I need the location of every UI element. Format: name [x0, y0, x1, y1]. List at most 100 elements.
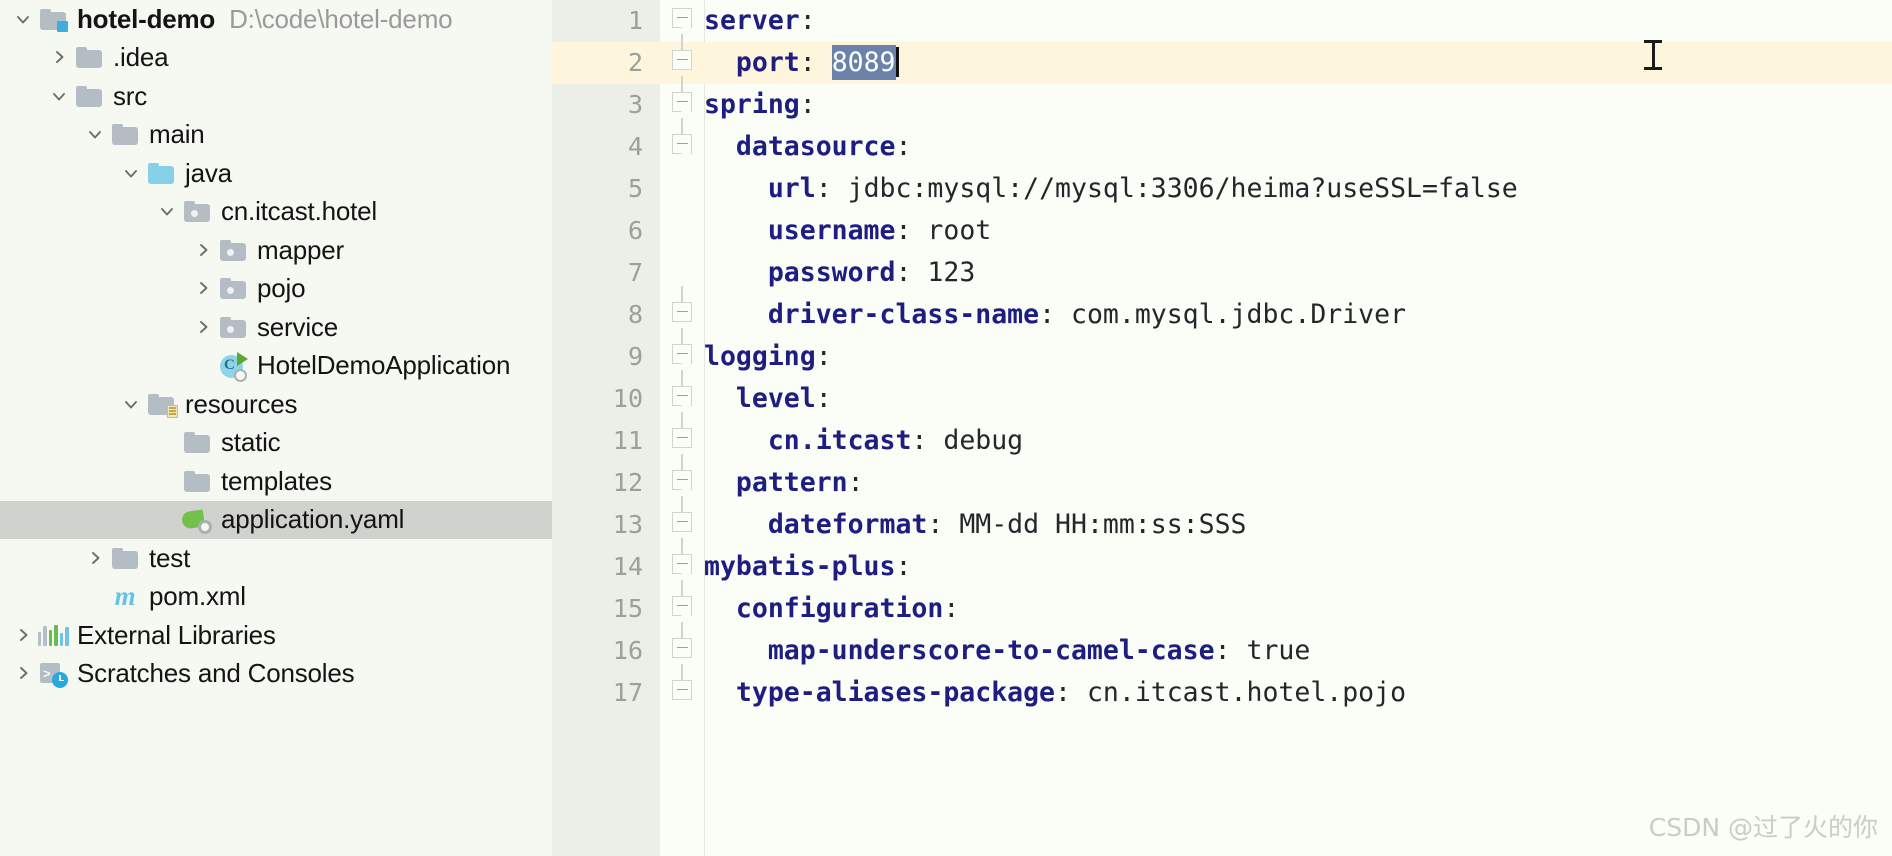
- tree-row-idea[interactable]: .idea: [0, 39, 552, 78]
- tree-row-label: src: [113, 81, 147, 112]
- code-text[interactable]: pattern:: [704, 462, 1892, 504]
- code-line[interactable]: 14mybatis-plus:: [552, 546, 1892, 588]
- yaml-colon: :: [895, 551, 911, 582]
- tree-row-hotel-demo[interactable]: hotel-demo D:\code\hotel-demo: [0, 0, 552, 39]
- tree-row-label: main: [149, 119, 205, 150]
- fold-cell: [660, 210, 704, 252]
- tree-row-pojo[interactable]: pojo: [0, 270, 552, 309]
- tree-row-resources[interactable]: resources: [0, 385, 552, 424]
- code-line[interactable]: 10 level:: [552, 378, 1892, 420]
- yaml-colon: :: [1039, 299, 1055, 330]
- chevron-right-icon[interactable]: [190, 314, 216, 340]
- project-path: D:\code\hotel-demo: [229, 4, 452, 35]
- code-line[interactable]: 6 username: root: [552, 210, 1892, 252]
- code-line[interactable]: 12 pattern:: [552, 462, 1892, 504]
- yaml-colon: :: [895, 257, 911, 288]
- code-line[interactable]: 17 type-aliases-package: cn.itcast.hotel…: [552, 672, 1892, 714]
- code-text[interactable]: type-aliases-package: cn.itcast.hotel.po…: [704, 672, 1892, 714]
- code-line[interactable]: 8 driver-class-name: com.mysql.jdbc.Driv…: [552, 294, 1892, 336]
- code-text[interactable]: url: jdbc:mysql://mysql:3306/heima?useSS…: [704, 168, 1892, 210]
- tree-row-cn-itcast-hotel[interactable]: cn.itcast.hotel: [0, 193, 552, 232]
- folder-icon: [74, 81, 104, 111]
- code-line[interactable]: 1server:: [552, 0, 1892, 42]
- tree-row-label: resources: [185, 389, 297, 420]
- folder-icon: [110, 120, 140, 150]
- yaml-key: type-aliases-package: [736, 677, 1055, 708]
- code-text[interactable]: dateformat: MM-dd HH:mm:ss:SSS: [704, 504, 1892, 546]
- tree-row-java[interactable]: java: [0, 154, 552, 193]
- yaml-colon: :: [911, 425, 927, 456]
- chevron-right-icon[interactable]: [82, 545, 108, 571]
- yaml-colon: :: [895, 215, 911, 246]
- code-line[interactable]: 7 password: 123: [552, 252, 1892, 294]
- chevron-down-icon[interactable]: [82, 122, 108, 148]
- chevron-right-icon[interactable]: [46, 45, 72, 71]
- yaml-colon: :: [816, 173, 832, 204]
- code-line[interactable]: 2 port: 8089: [552, 42, 1892, 84]
- yaml-key: password: [768, 257, 896, 288]
- tree-row-pom-xml[interactable]: mpom.xml: [0, 578, 552, 617]
- yaml-colon: :: [800, 5, 816, 36]
- yaml-colon: :: [848, 467, 864, 498]
- code-text[interactable]: port: 8089: [704, 42, 1892, 84]
- chevron-down-icon[interactable]: [10, 6, 36, 32]
- code-text[interactable]: level:: [704, 378, 1892, 420]
- code-line[interactable]: 11 cn.itcast: debug: [552, 420, 1892, 462]
- tree-row-label: hotel-demo: [77, 4, 215, 35]
- code-text[interactable]: configuration:: [704, 588, 1892, 630]
- code-text[interactable]: logging:: [704, 336, 1892, 378]
- code-line[interactable]: 15 configuration:: [552, 588, 1892, 630]
- project-tool-window[interactable]: hotel-demo D:\code\hotel-demo .idea srcmain…: [0, 0, 552, 856]
- code-text[interactable]: mybatis-plus:: [704, 546, 1892, 588]
- chevron-down-icon[interactable]: [118, 391, 144, 417]
- tree-row-templates[interactable]: templates: [0, 462, 552, 501]
- code-text[interactable]: server:: [704, 0, 1892, 42]
- code-text[interactable]: spring:: [704, 84, 1892, 126]
- tree-row-src[interactable]: src: [0, 77, 552, 116]
- code-text[interactable]: cn.itcast: debug: [704, 420, 1892, 462]
- tree-row-label: .idea: [113, 42, 168, 73]
- code-line[interactable]: 5 url: jdbc:mysql://mysql:3306/heima?use…: [552, 168, 1892, 210]
- chevron-right-icon[interactable]: [10, 622, 36, 648]
- code-text[interactable]: driver-class-name: com.mysql.jdbc.Driver: [704, 294, 1892, 336]
- code-line[interactable]: 16 map-underscore-to-camel-case: true: [552, 630, 1892, 672]
- code-line[interactable]: 13 dateformat: MM-dd HH:mm:ss:SSS: [552, 504, 1892, 546]
- chevron-down-icon[interactable]: [118, 160, 144, 186]
- yaml-colon: :: [943, 593, 959, 624]
- yaml-colon: :: [895, 131, 911, 162]
- tree-row-mapper[interactable]: mapper: [0, 231, 552, 270]
- tree-row-hoteldemoapplication[interactable]: CHotelDemoApplication: [0, 347, 552, 386]
- code-line[interactable]: 9logging:: [552, 336, 1892, 378]
- chevron-down-icon[interactable]: [46, 83, 72, 109]
- tree-row-main[interactable]: main: [0, 116, 552, 155]
- yaml-key: server: [704, 5, 800, 36]
- tree-row-test[interactable]: test: [0, 539, 552, 578]
- package-icon: [218, 235, 248, 265]
- tree-row-external-libraries[interactable]: External Libraries: [0, 616, 552, 655]
- tree-row-label: cn.itcast.hotel: [221, 196, 377, 227]
- code-text[interactable]: username: root: [704, 210, 1892, 252]
- fold-toggle-icon[interactable]: [660, 126, 704, 168]
- module-icon: [38, 4, 68, 34]
- code-line[interactable]: 4 datasource:: [552, 126, 1892, 168]
- tree-row-label: External Libraries: [77, 620, 276, 651]
- yaml-colon: :: [1055, 677, 1071, 708]
- fold-toggle-icon[interactable]: [660, 672, 704, 714]
- chevron-down-icon[interactable]: [154, 199, 180, 225]
- code-text[interactable]: password: 123: [704, 252, 1892, 294]
- code-editor[interactable]: 1server:2 port: 80893spring:4 datasource…: [552, 0, 1892, 856]
- chevron-right-icon[interactable]: [190, 237, 216, 263]
- code-text[interactable]: map-underscore-to-camel-case: true: [704, 630, 1892, 672]
- code-line[interactable]: 3spring:: [552, 84, 1892, 126]
- tree-row-static[interactable]: static: [0, 424, 552, 463]
- tree-row-application-yaml[interactable]: application.yaml: [0, 501, 552, 540]
- line-number: 8: [552, 294, 660, 336]
- code-lines[interactable]: 1server:2 port: 80893spring:4 datasource…: [552, 0, 1892, 714]
- code-text[interactable]: datasource:: [704, 126, 1892, 168]
- tree-row-scratches-and-consoles[interactable]: >Scratches and Consoles: [0, 655, 552, 694]
- chevron-right-icon[interactable]: [190, 276, 216, 302]
- chevron-right-icon[interactable]: [10, 661, 36, 687]
- folder-icon: [74, 43, 104, 73]
- tree-row-service[interactable]: service: [0, 308, 552, 347]
- selected-text[interactable]: 8089: [832, 45, 896, 80]
